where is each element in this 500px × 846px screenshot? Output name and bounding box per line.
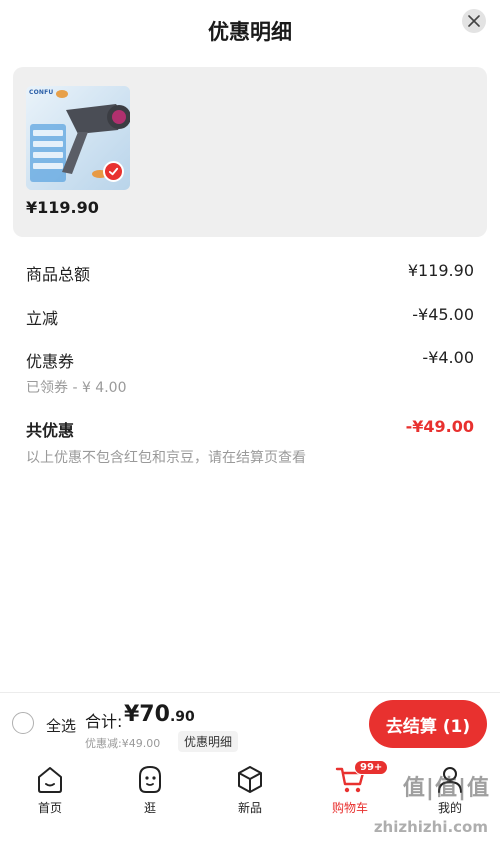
checkout-button[interactable]: 去结算 (1) [369, 700, 487, 748]
checkout-bar: 全选 合计: ¥70.90 优惠减:¥49.00 优惠明细 去结算 (1) [0, 692, 500, 754]
new-box-icon [238, 766, 262, 793]
coupon-note: 已领券 - ¥ 4.00 [26, 380, 127, 396]
stroll-face-icon [139, 765, 161, 793]
total-discount-value: -¥49.00 [405, 417, 474, 436]
watermark-logo: 值|值|值 [402, 776, 490, 801]
subtotal-label: 商品总额 [26, 265, 91, 284]
product-card: CONFU ¥119.90 [13, 67, 487, 237]
tab-stroll[interactable]: 逛 [120, 762, 180, 816]
tab-label: 首页 [37, 801, 62, 815]
tab-label: 逛 [143, 801, 156, 815]
tab-cart[interactable]: 99+ 购物车 [320, 760, 389, 816]
discount-detail-chip[interactable]: 优惠明细 [178, 731, 239, 752]
tab-label: 新品 [237, 801, 262, 815]
total-cents: .90 [169, 709, 195, 725]
home-icon [38, 767, 62, 793]
instant-discount-value: -¥45.00 [412, 305, 474, 324]
watermark-url: zhizhizhi.com [373, 818, 488, 836]
select-all-label[interactable]: 全选 [46, 715, 76, 736]
tab-home[interactable]: 首页 [20, 762, 80, 816]
total-label: 合计: [85, 712, 123, 731]
total-yen: ¥70 [124, 702, 170, 727]
tab-label: 购物车 [331, 801, 368, 815]
coupon-value: -¥4.00 [422, 348, 474, 367]
cart-count-badge: 99+ [354, 760, 389, 775]
selected-check-badge[interactable] [103, 161, 124, 182]
total-discount-label: 共优惠 [26, 421, 75, 440]
discount-footnote: 以上优惠不包含红包和京豆，请在结算页查看 [26, 450, 306, 466]
checkmark-icon [108, 167, 119, 176]
close-button[interactable] [462, 9, 486, 33]
brand-logo: CONFU [29, 89, 54, 96]
instant-discount-label: 立减 [26, 309, 59, 328]
discount-detail-sheet: 优惠明细 CONFU ¥119.90 商品总额 ¥119.90 立减 -¥45.… [0, 0, 500, 692]
product-price: ¥119.90 [26, 198, 99, 217]
tab-new[interactable]: 新品 [220, 762, 280, 816]
discount-summary: 优惠减:¥49.00 [85, 737, 161, 750]
select-all-radio[interactable] [12, 712, 34, 734]
total-amount: ¥70.90 [124, 702, 195, 727]
coupon-label: 优惠券 [26, 352, 75, 371]
sheet-title: 优惠明细 [208, 20, 292, 44]
subtotal-value: ¥119.90 [407, 261, 474, 280]
close-icon [468, 15, 480, 27]
